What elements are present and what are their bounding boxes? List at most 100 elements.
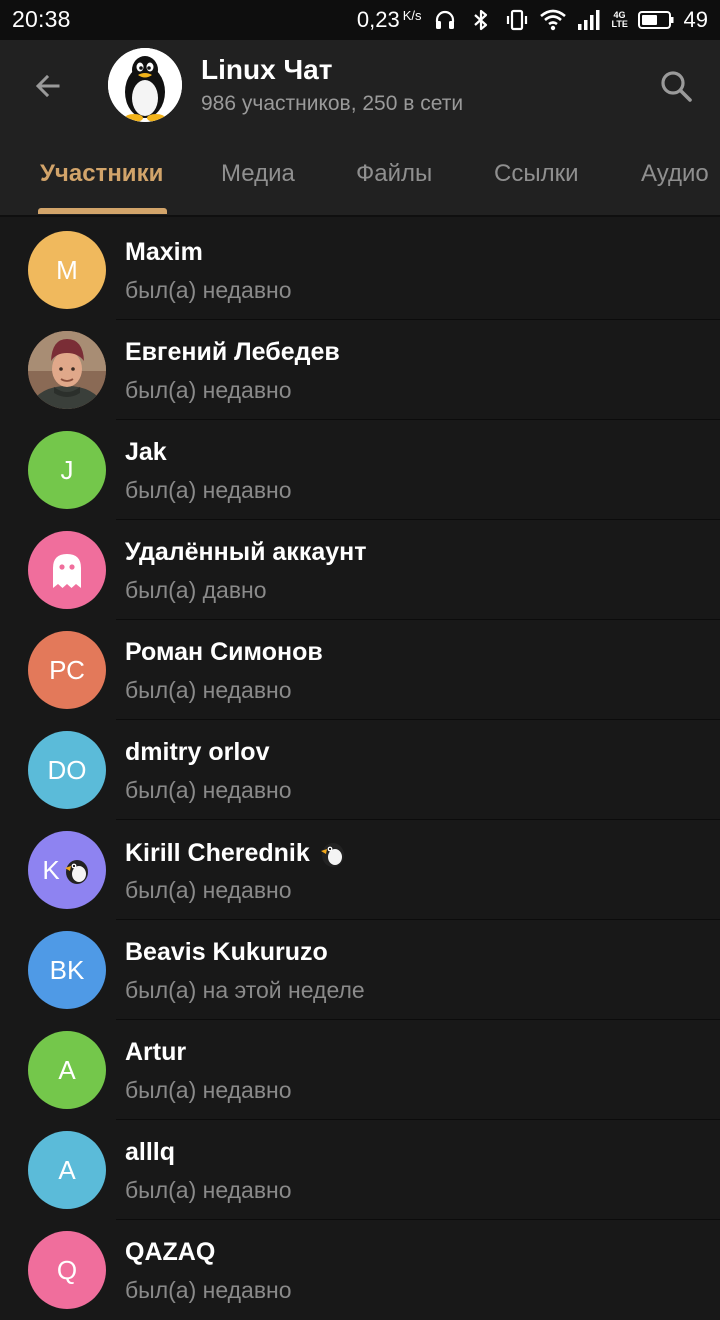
network-type: 4G LTE xyxy=(612,11,628,29)
tab-audio[interactable]: Аудио xyxy=(641,160,709,188)
avatar-initials: DO xyxy=(47,754,87,785)
member-status: был(а) недавно xyxy=(125,377,292,403)
member-row[interactable]: Удалённый аккаунт был(а) давно xyxy=(0,520,720,620)
member-name: Jak xyxy=(125,438,167,467)
status-bar: 20:38 0,23 K/s 4G LTE 49 xyxy=(0,0,720,40)
member-row[interactable]: A alllq был(а) недавно xyxy=(0,1120,720,1220)
member-row[interactable]: РС Роман Симонов был(а) недавно xyxy=(0,620,720,720)
member-row[interactable]: BK Beavis Kukuruzo был(а) на этой неделе xyxy=(0,920,720,1020)
avatar-initials: Q xyxy=(56,1254,78,1285)
avatar: A xyxy=(28,1131,106,1209)
member-name-text: dmitry orlov xyxy=(125,738,270,766)
member-status: был(а) недавно xyxy=(125,877,292,903)
tux-penguin-icon xyxy=(108,48,182,122)
network-speed-value: 0,23 xyxy=(356,7,400,32)
member-status: был(а) недавно xyxy=(125,677,292,703)
chat-title[interactable]: Linux Чат xyxy=(201,54,332,86)
tab-bar: Участники Медиа Файлы Ссылки Аудио xyxy=(0,158,720,215)
member-status: был(а) недавно xyxy=(125,1177,292,1203)
member-name-text: Artur xyxy=(125,1038,187,1066)
member-row[interactable]: A Artur был(а) недавно xyxy=(0,1020,720,1120)
member-name: Евгений Лебедев xyxy=(125,338,340,367)
avatar-initials: K xyxy=(42,854,60,885)
member-name: Удалённый аккаунт xyxy=(125,538,366,567)
avatar-initials: РС xyxy=(49,654,85,685)
network-speed-unit: K/s xyxy=(402,8,422,23)
member-name: dmitry orlov xyxy=(125,738,269,767)
member-status: был(а) недавно xyxy=(125,1277,292,1303)
member-name-text: Евгений Лебедев xyxy=(125,338,340,366)
member-row[interactable]: DO dmitry orlov был(а) недавно xyxy=(0,720,720,820)
vibrate-icon xyxy=(504,7,530,33)
header-divider xyxy=(0,215,720,217)
member-name: Beavis Kukuruzo xyxy=(125,938,328,967)
network-speed: 0,23 K/s xyxy=(357,7,422,33)
avatar: A xyxy=(28,1031,106,1109)
ghost-icon xyxy=(53,554,81,588)
search-button[interactable] xyxy=(652,62,700,110)
member-row[interactable]: M Maxim был(а) недавно xyxy=(0,220,720,320)
arrow-left-icon xyxy=(35,74,60,98)
bluetooth-icon xyxy=(468,7,494,33)
member-status: был(а) недавно xyxy=(125,777,292,803)
member-row[interactable]: Q QAZAQ был(а) недавно xyxy=(0,1220,720,1320)
avatar: РС xyxy=(28,631,106,709)
network-sub-label: LTE xyxy=(611,19,628,29)
member-status: был(а) на этой неделе xyxy=(125,977,365,1003)
member-row[interactable]: J Jak был(а) недавно xyxy=(0,420,720,520)
members-list: M Maxim был(а) недавно Евгений Лебедев б… xyxy=(0,220,720,1320)
member-name-text: Beavis Kukuruzo xyxy=(125,938,328,966)
status-time: 20:38 xyxy=(12,6,71,32)
search-icon xyxy=(661,71,692,102)
avatar-initials: M xyxy=(56,254,78,285)
member-name-text: Удалённый аккаунт xyxy=(125,538,367,566)
status-icons: 0,23 K/s 4G LTE 49 xyxy=(357,4,708,36)
member-name: Kirill Cherednik xyxy=(125,838,348,868)
avatar xyxy=(28,531,106,609)
active-tab-indicator xyxy=(38,208,167,214)
avatar-initials: BK xyxy=(49,954,85,985)
member-name-text: Kirill Cherednik xyxy=(125,838,310,867)
penguin-emoji-icon xyxy=(318,838,348,868)
avatar: K xyxy=(28,831,106,909)
member-row[interactable]: K Kirill Cherednik был(а) недавно xyxy=(0,820,720,920)
person-photo-icon xyxy=(28,331,106,409)
member-name: Роман Симонов xyxy=(125,638,323,667)
member-status: был(а) недавно xyxy=(125,477,292,503)
member-name-text: Jak xyxy=(125,438,167,466)
member-name-text: QAZAQ xyxy=(125,1238,216,1266)
wifi-icon xyxy=(539,7,566,33)
member-name: Artur xyxy=(125,1038,186,1067)
battery-percent: 49 xyxy=(683,7,708,32)
member-row[interactable]: Евгений Лебедев был(а) недавно xyxy=(0,320,720,420)
avatar: BK xyxy=(28,931,106,1009)
tab-files[interactable]: Файлы xyxy=(356,160,432,188)
member-name: Maxim xyxy=(125,238,203,267)
member-name: QAZAQ xyxy=(125,1238,215,1267)
avatar: Q xyxy=(28,1231,106,1309)
member-name-text: alllq xyxy=(125,1138,176,1166)
tab-links[interactable]: Ссылки xyxy=(494,160,579,188)
signal-icon xyxy=(576,7,602,33)
member-name-text: Maxim xyxy=(125,238,203,266)
tab-media[interactable]: Медиа xyxy=(221,160,295,188)
member-status: был(а) недавно xyxy=(125,277,292,303)
headset-icon xyxy=(432,7,458,33)
back-button[interactable] xyxy=(24,62,72,110)
avatar: J xyxy=(28,431,106,509)
avatar-initials: A xyxy=(58,1154,76,1185)
chat-subtitle: 986 участников, 250 в сети xyxy=(201,92,464,115)
battery-icon xyxy=(637,7,674,33)
avatar-initials: A xyxy=(58,1054,76,1085)
member-status: был(а) недавно xyxy=(125,1077,292,1103)
member-name-text: Роман Симонов xyxy=(125,638,323,666)
chat-header: Linux Чат 986 участников, 250 в сети Уча… xyxy=(0,40,720,217)
avatar: DO xyxy=(28,731,106,809)
avatar-photo xyxy=(28,331,106,409)
avatar: M xyxy=(28,231,106,309)
tab-members[interactable]: Участники xyxy=(40,160,163,188)
avatar-initials: J xyxy=(60,454,74,485)
chat-avatar[interactable] xyxy=(108,48,182,122)
penguin-emoji-icon xyxy=(64,860,88,884)
member-status: был(а) давно xyxy=(125,577,267,603)
